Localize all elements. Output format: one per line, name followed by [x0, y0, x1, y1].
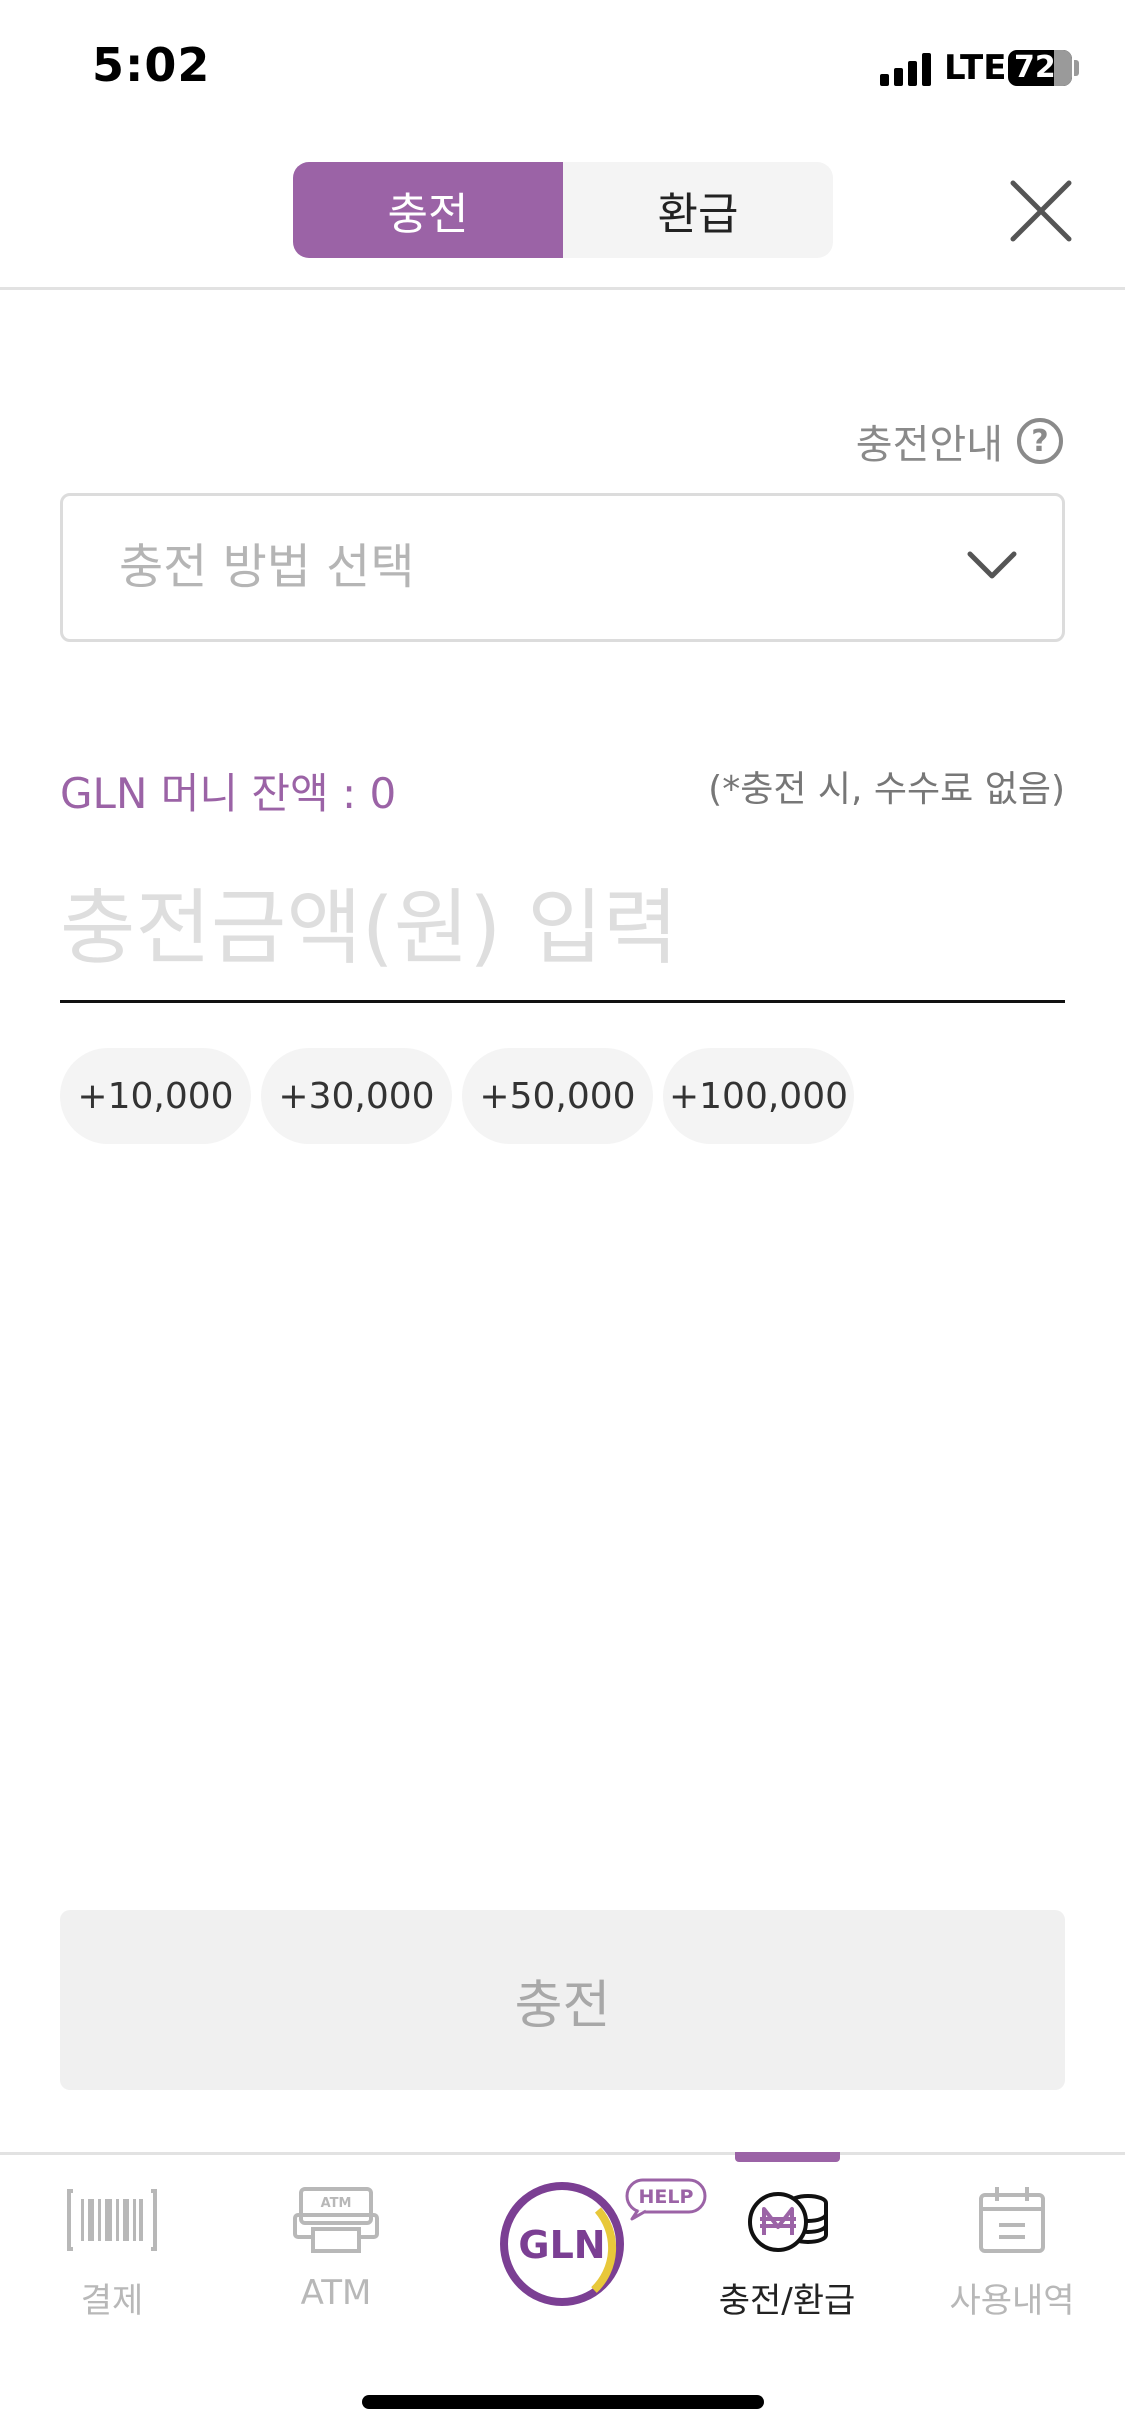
quick-amount-10000[interactable]: +10,000: [60, 1048, 251, 1144]
amount-field: [60, 858, 1065, 1003]
active-tab-indicator: [735, 2152, 840, 2162]
gln-logo-button[interactable]: GLN: [498, 2180, 626, 2308]
tab-charge[interactable]: 충전: [293, 162, 563, 258]
segment-control: 충전 환급: [293, 162, 833, 258]
quick-amount-30000[interactable]: +30,000: [261, 1048, 452, 1144]
atm-icon-text: ATM: [321, 2196, 352, 2211]
nav-label-payment: 결제: [80, 2281, 144, 2321]
nav-item-payment[interactable]: 결제: [22, 2185, 202, 2322]
calendar-icon: [979, 2187, 1045, 2253]
quick-amount-100000[interactable]: +100,000: [663, 1048, 854, 1144]
help-badge-text: HELP: [639, 2186, 694, 2208]
charge-guide-link[interactable]: 충전안내 ?: [856, 412, 1063, 470]
close-icon: [1010, 180, 1072, 242]
battery-cap: [1074, 60, 1079, 76]
gln-balance: GLN 머니 잔액 : 0: [60, 769, 397, 818]
header: 충전 환급: [0, 140, 1125, 290]
gln-logo-text: GLN: [518, 2223, 605, 2267]
nav-label-history: 사용내역: [949, 2281, 1075, 2321]
coin-stack-icon: [748, 2192, 828, 2252]
charge-guide-label: 충전안내: [855, 422, 1003, 468]
amount-input[interactable]: [60, 858, 1065, 998]
battery-level: 72: [1014, 50, 1056, 85]
status-time: 5:02: [92, 38, 211, 92]
battery-icon: 72: [1008, 50, 1072, 86]
chevron-down-icon: [967, 551, 1017, 579]
nav-item-history[interactable]: 사용내역: [922, 2185, 1102, 2322]
help-badge[interactable]: HELP: [624, 2177, 708, 2221]
charge-submit-button[interactable]: 충전: [60, 1910, 1065, 2090]
speech-bubble-icon: HELP: [625, 2178, 707, 2221]
home-indicator: [362, 2395, 764, 2409]
balance-row: GLN 머니 잔액 : 0 (*충전 시, 수수료 없음): [60, 752, 1065, 818]
network-type: LTE: [944, 48, 1007, 88]
atm-icon: ATM: [293, 2187, 379, 2253]
bottom-nav: 결제 ATM ATM GLN HELP 충전/환급 사용내역: [0, 2152, 1125, 2436]
help-icon: ?: [1017, 418, 1063, 464]
quick-amount-row: +10,000 +30,000 +50,000 +100,000: [60, 1048, 854, 1144]
nav-item-atm[interactable]: ATM ATM: [246, 2185, 426, 2313]
quick-amount-50000[interactable]: +50,000: [462, 1048, 653, 1144]
charge-method-placeholder: 충전 방법 선택: [119, 539, 415, 595]
gln-logo-icon: GLN: [500, 2182, 624, 2306]
fee-note: (*충전 시, 수수료 없음): [708, 769, 1065, 810]
nav-label-charge-refund: 충전/환급: [718, 2281, 856, 2321]
barcode-icon: [67, 2189, 157, 2251]
signal-icon: [880, 52, 934, 86]
close-button[interactable]: [1005, 175, 1077, 247]
charge-method-select[interactable]: 충전 방법 선택: [60, 493, 1065, 642]
status-bar: 5:02 LTE 72: [0, 0, 1125, 140]
nav-label-atm: ATM: [300, 2273, 372, 2313]
nav-item-charge-refund[interactable]: 충전/환급: [697, 2185, 877, 2322]
tab-refund[interactable]: 환급: [563, 162, 833, 258]
